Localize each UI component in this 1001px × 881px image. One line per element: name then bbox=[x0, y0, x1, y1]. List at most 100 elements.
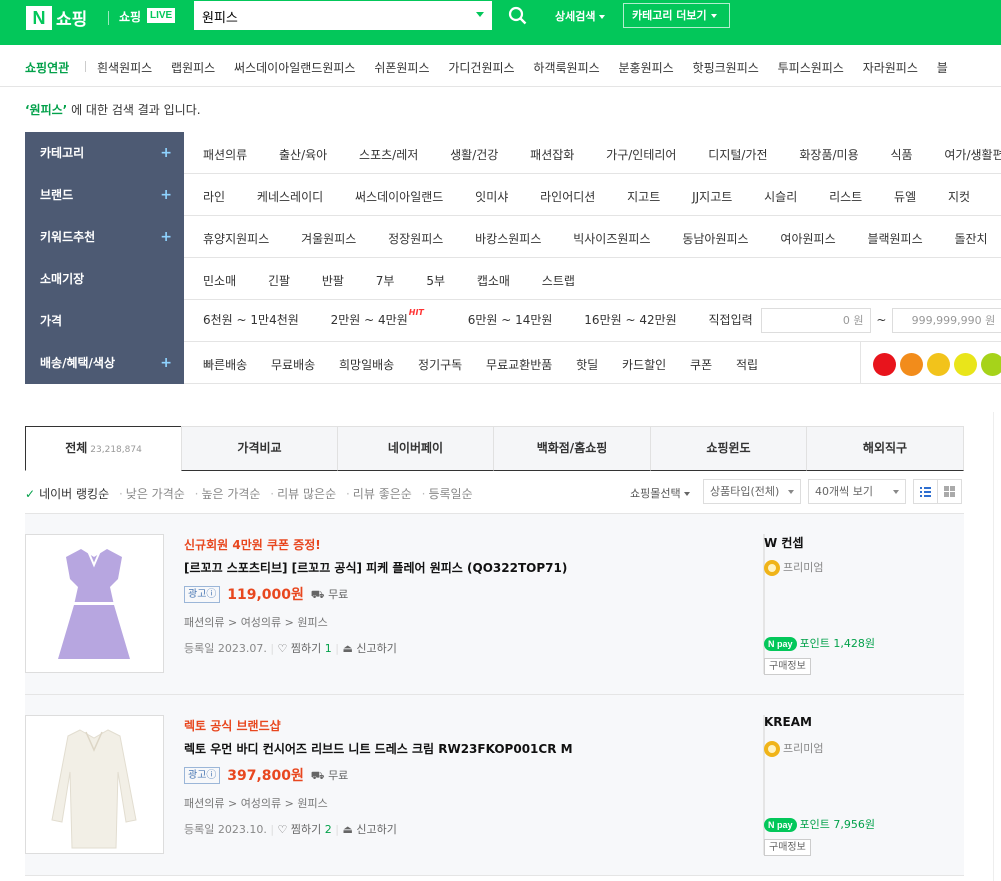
filter-option[interactable]: 시슬리 bbox=[764, 190, 797, 204]
filter-option[interactable]: 바캉스원피스 bbox=[475, 232, 541, 246]
filter-option[interactable]: 희망일배송 bbox=[339, 358, 394, 372]
sort-option[interactable]: 리뷰 많은순 bbox=[277, 487, 336, 501]
color-swatch-red[interactable] bbox=[873, 353, 896, 376]
grid-view-button[interactable] bbox=[937, 479, 962, 504]
plus-icon[interactable]: + bbox=[160, 132, 172, 174]
product-category-path[interactable]: 패션의류 > 여성의류 > 원피스 bbox=[184, 614, 744, 630]
filter-label[interactable]: 브랜드 + bbox=[25, 174, 184, 216]
related-keyword[interactable]: 핫핑크원피스 bbox=[693, 61, 759, 75]
filter-option[interactable]: 써스데이아일랜드 bbox=[355, 190, 443, 204]
filter-option[interactable]: 여가/생활편 bbox=[944, 148, 1001, 162]
related-keyword[interactable]: 분홍원피스 bbox=[619, 61, 674, 75]
color-swatch-orange[interactable] bbox=[900, 353, 923, 376]
filter-option[interactable]: 화장품/미용 bbox=[799, 148, 858, 162]
tab-overseas[interactable]: 해외직구 bbox=[806, 426, 964, 471]
filter-option[interactable]: 민소매 bbox=[203, 274, 236, 288]
filter-option[interactable]: 5부 bbox=[426, 274, 445, 288]
price-range-option[interactable]: 6천원 ~ 1만4천원 bbox=[203, 313, 299, 327]
filter-option[interactable]: 휴양지원피스 bbox=[203, 232, 269, 246]
product-promo[interactable]: 신규회원 4만원 쿠폰 증정! bbox=[184, 536, 744, 553]
shopping-live-text[interactable]: 쇼핑 bbox=[119, 8, 141, 25]
wishlist-button[interactable]: ♡ 찜하기 1 bbox=[278, 642, 332, 655]
tab-price-compare[interactable]: 가격비교 bbox=[181, 426, 338, 471]
filter-option[interactable]: 스포츠/레저 bbox=[359, 148, 418, 162]
filter-option[interactable]: 정기구독 bbox=[418, 358, 462, 372]
per-page-select[interactable]: 40개씩 보기 bbox=[808, 479, 906, 504]
product-title[interactable]: 렉토 우먼 바디 컨시어즈 리브드 니트 드레스 크림 RW23FKOP001C… bbox=[184, 740, 744, 757]
tab-all[interactable]: 전체 23,218,874 bbox=[25, 426, 182, 471]
filter-option[interactable]: 디지털/가전 bbox=[708, 148, 767, 162]
seller-name[interactable]: KREAM bbox=[764, 715, 812, 729]
product-title[interactable]: [르꼬끄 스포츠티브] [르꼬끄 공식] 피케 플레어 원피스 (QO322TO… bbox=[184, 559, 744, 576]
related-keyword[interactable]: 쉬폰원피스 bbox=[374, 61, 429, 75]
color-swatch-yellow[interactable] bbox=[954, 353, 977, 376]
shopping-logo-text[interactable]: 쇼핑 bbox=[56, 5, 87, 30]
min-price-input[interactable]: 0 원 bbox=[760, 308, 871, 333]
filter-option[interactable]: 핫딜 bbox=[576, 358, 598, 372]
autocomplete-toggle-icon[interactable] bbox=[476, 12, 484, 17]
color-swatch-gold[interactable] bbox=[927, 353, 950, 376]
related-keyword[interactable]: 써스데이아일랜드원피스 bbox=[234, 61, 355, 75]
tab-shopping-window[interactable]: 쇼핑윈도 bbox=[650, 426, 807, 471]
sort-option[interactable]: 리뷰 좋은순 bbox=[353, 487, 412, 501]
product-category-path[interactable]: 패션의류 > 여성의류 > 원피스 bbox=[184, 795, 744, 811]
list-view-button[interactable] bbox=[913, 479, 938, 504]
product-image[interactable] bbox=[25, 715, 164, 854]
filter-option[interactable]: 가구/인테리어 bbox=[606, 148, 676, 162]
ad-badge[interactable]: 광고ⓘ bbox=[184, 766, 221, 784]
related-keyword[interactable]: 블 bbox=[937, 61, 948, 75]
related-keyword[interactable]: 하객룩원피스 bbox=[533, 61, 599, 75]
plus-icon[interactable]: + bbox=[160, 342, 172, 384]
sort-option-active[interactable]: 네이버 랭킹순 bbox=[39, 487, 109, 501]
purchase-info-button[interactable]: 구매정보 bbox=[764, 658, 811, 675]
search-button[interactable] bbox=[494, 1, 540, 30]
filter-option[interactable]: 여아원피스 bbox=[780, 232, 835, 246]
filter-label[interactable]: 배송/혜택/색상 + bbox=[25, 342, 184, 384]
detail-search-button[interactable]: 상세검색 bbox=[555, 8, 606, 24]
live-badge[interactable]: LIVE bbox=[147, 8, 176, 23]
filter-option[interactable]: 정장원피스 bbox=[388, 232, 443, 246]
filter-option[interactable]: 스트랩 bbox=[542, 274, 575, 288]
report-button[interactable]: ⏏ 신고하기 bbox=[343, 823, 397, 836]
filter-option[interactable]: 동남아원피스 bbox=[682, 232, 748, 246]
price-range-option[interactable]: 16만원 ~ 42만원 bbox=[584, 313, 676, 327]
filter-option[interactable]: 반팔 bbox=[322, 274, 344, 288]
product-image[interactable] bbox=[25, 534, 164, 673]
filter-option[interactable]: 라인 bbox=[203, 190, 225, 204]
filter-option[interactable]: 돌잔치 bbox=[954, 232, 987, 246]
filter-option[interactable]: 긴팔 bbox=[268, 274, 290, 288]
filter-option[interactable]: 블랙원피스 bbox=[867, 232, 922, 246]
search-input[interactable] bbox=[202, 6, 462, 26]
filter-option[interactable]: 빠른배송 bbox=[203, 358, 247, 372]
sort-option[interactable]: 등록일순 bbox=[428, 487, 472, 501]
related-keyword[interactable]: 자라원피스 bbox=[863, 61, 918, 75]
related-keyword[interactable]: 흰색원피스 bbox=[97, 61, 152, 75]
filter-option[interactable]: 생활/건강 bbox=[450, 148, 498, 162]
category-more-button[interactable]: 카테고리 더보기 bbox=[623, 3, 730, 28]
filter-option[interactable]: 듀엘 bbox=[894, 190, 916, 204]
seller-name[interactable]: W 컨셉 bbox=[764, 534, 804, 551]
scrollbar[interactable] bbox=[993, 412, 1001, 881]
filter-label[interactable]: 카테고리 + bbox=[25, 132, 184, 174]
filter-option[interactable]: 패션의류 bbox=[203, 148, 247, 162]
mall-select[interactable]: 쇼핑몰선택 bbox=[630, 485, 691, 501]
filter-option[interactable]: 빅사이즈원피스 bbox=[573, 232, 650, 246]
filter-option[interactable]: 무료교환반품 bbox=[486, 358, 552, 372]
product-promo[interactable]: 렉토 공식 브랜드샵 bbox=[184, 717, 744, 734]
max-price-input[interactable]: 999,999,990 원 bbox=[892, 308, 1001, 333]
related-keyword[interactable]: 랩원피스 bbox=[171, 61, 215, 75]
plus-icon[interactable]: + bbox=[160, 216, 172, 258]
plus-icon[interactable]: + bbox=[160, 174, 172, 216]
filter-option[interactable]: 식품 bbox=[890, 148, 912, 162]
filter-option[interactable]: 출산/육아 bbox=[279, 148, 327, 162]
related-keyword[interactable]: 투피스원피스 bbox=[778, 61, 844, 75]
filter-option[interactable]: 캡소매 bbox=[477, 274, 510, 288]
tab-naver-pay[interactable]: 네이버페이 bbox=[337, 426, 494, 471]
price-range-option[interactable]: 6만원 ~ 14만원 bbox=[468, 313, 553, 327]
wishlist-button[interactable]: ♡ 찜하기 2 bbox=[278, 823, 332, 836]
sort-option[interactable]: 높은 가격순 bbox=[201, 487, 260, 501]
filter-option[interactable]: 케네스레이디 bbox=[257, 190, 323, 204]
filter-option[interactable]: 지컷 bbox=[948, 190, 970, 204]
filter-option[interactable]: JJ지고트 bbox=[692, 190, 732, 204]
filter-option[interactable]: 리스트 bbox=[829, 190, 862, 204]
